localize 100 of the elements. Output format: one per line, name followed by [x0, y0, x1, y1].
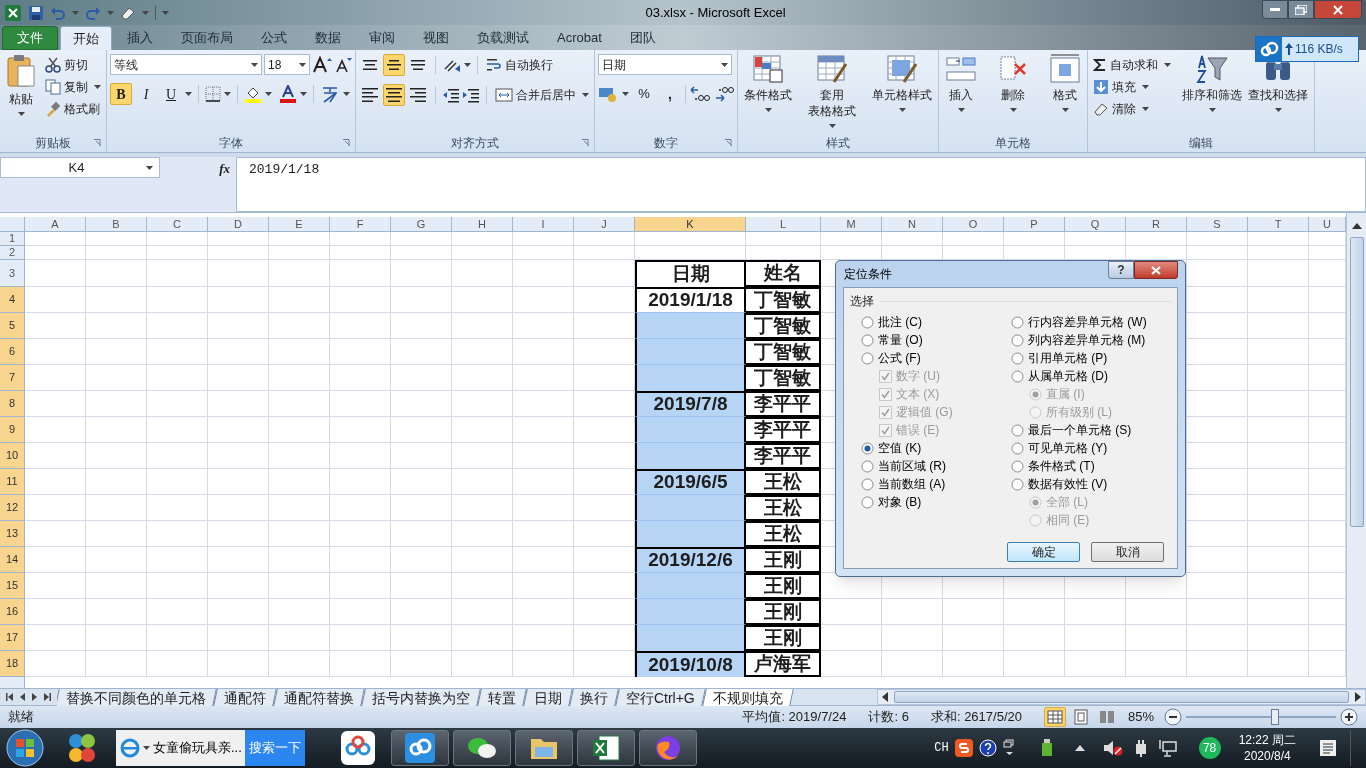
table-cell[interactable]: 李平平 — [746, 417, 821, 443]
text-orientation-icon[interactable] — [442, 57, 462, 73]
table-cell[interactable] — [635, 443, 746, 469]
shrink-font-icon[interactable] — [334, 55, 352, 74]
table-cell[interactable] — [635, 599, 746, 625]
column-header[interactable]: O — [943, 217, 1004, 232]
insert-button[interactable]: 插入 — [942, 54, 980, 134]
grid-cell[interactable] — [452, 573, 513, 599]
grid-cell[interactable] — [208, 417, 269, 443]
grid-cell[interactable] — [147, 599, 208, 625]
excel-logo-icon[interactable] — [4, 3, 22, 22]
upload-speed-toast[interactable]: 116 KB/s — [1255, 36, 1359, 62]
merge-center-button[interactable]: 合并后居中 — [493, 84, 591, 106]
grid-cell[interactable] — [391, 287, 452, 313]
grid-cell[interactable] — [513, 495, 574, 521]
radio-button[interactable] — [1011, 423, 1024, 437]
grid-cell[interactable] — [1187, 573, 1248, 599]
grid-cell[interactable] — [452, 625, 513, 651]
grid-cell[interactable] — [330, 521, 391, 547]
grid-cell[interactable] — [821, 651, 882, 677]
grid-cell[interactable] — [208, 469, 269, 495]
muted-speaker-icon[interactable] — [1102, 739, 1123, 757]
grid-cell[interactable] — [452, 260, 513, 287]
folder-taskbar-button[interactable] — [514, 730, 573, 766]
grid-cell[interactable] — [269, 391, 330, 417]
grid-cell[interactable] — [147, 339, 208, 365]
scroll-right-icon[interactable] — [1355, 692, 1361, 702]
table-cell[interactable]: 李平平 — [746, 443, 821, 469]
grid-cell[interactable] — [269, 469, 330, 495]
fill-color-icon[interactable] — [244, 85, 262, 103]
grid-cell[interactable] — [1187, 339, 1248, 365]
grid-cell[interactable] — [208, 495, 269, 521]
grid-cell[interactable] — [208, 287, 269, 313]
table-cell[interactable]: 丁智敏 — [746, 313, 821, 339]
table-cell[interactable]: 2019/10/8 — [635, 651, 746, 677]
radio-button[interactable] — [1011, 369, 1024, 383]
fox-browser-taskbar-button[interactable] — [638, 730, 697, 766]
help-button[interactable]: ? — [1108, 261, 1134, 279]
table-cell[interactable]: 2019/6/5 — [635, 469, 746, 495]
sheet-tab[interactable]: 日期 — [523, 688, 573, 706]
table-cell[interactable]: 王刚 — [746, 599, 821, 625]
row-header[interactable]: 10 — [0, 443, 25, 469]
table-cell[interactable]: 王刚 — [746, 625, 821, 651]
table-cell[interactable]: 日期 — [635, 260, 746, 287]
grid-cell[interactable] — [330, 625, 391, 651]
grid-cell[interactable] — [513, 547, 574, 573]
close-button[interactable] — [1134, 261, 1178, 279]
format-toggle[interactable]: B — [110, 83, 132, 105]
row-header[interactable]: 11 — [0, 469, 25, 495]
grid-cell[interactable] — [1248, 246, 1309, 260]
grid-cell[interactable] — [1187, 625, 1248, 651]
row-header[interactable]: 14 — [0, 547, 25, 573]
column-header[interactable]: R — [1126, 217, 1187, 232]
dialog-launcher-icon[interactable] — [343, 139, 351, 147]
grid-cell[interactable] — [208, 313, 269, 339]
grid-cell[interactable] — [1248, 599, 1309, 625]
grid-cell[interactable] — [330, 232, 391, 246]
scrollbar-thumb[interactable] — [894, 691, 1349, 703]
autosum-button[interactable]: 自动求和 — [1091, 54, 1173, 76]
ribbon-tab[interactable]: 文件 — [2, 26, 58, 50]
help-icon[interactable] — [978, 739, 997, 757]
grid-cell[interactable] — [208, 651, 269, 677]
sheet-tab[interactable]: 替换不同颜色的单元格 — [57, 688, 217, 706]
last-sheet-icon[interactable] — [44, 693, 51, 701]
ribbon-tab[interactable]: 插入 — [114, 26, 166, 50]
grid-cell[interactable] — [391, 599, 452, 625]
grid-cell[interactable] — [147, 417, 208, 443]
network-icon[interactable] — [1158, 739, 1177, 757]
grid-cell[interactable] — [86, 443, 147, 469]
spreadsheet-taskbar-button[interactable] — [576, 730, 635, 766]
input-s-icon[interactable] — [954, 739, 973, 757]
grid-cell[interactable] — [1187, 246, 1248, 260]
delete-button[interactable]: 删除 — [994, 54, 1032, 134]
grid-cell[interactable] — [1187, 391, 1248, 417]
grid-cell[interactable] — [269, 232, 330, 246]
grid-cell[interactable] — [1004, 625, 1065, 651]
format-toggle[interactable]: I — [135, 83, 157, 105]
clear-button[interactable]: 清除 — [1091, 98, 1173, 120]
grid-cell[interactable] — [1187, 599, 1248, 625]
radio-button[interactable] — [1011, 477, 1024, 491]
action-center-icon[interactable] — [1318, 738, 1338, 758]
chat-taskbar-button[interactable] — [452, 730, 511, 766]
grid-cell[interactable] — [86, 521, 147, 547]
table-cell[interactable]: 姓名 — [746, 260, 821, 287]
windows-switch-icon[interactable] — [1002, 739, 1017, 757]
usb-icon[interactable] — [1040, 739, 1053, 757]
table-cell[interactable] — [635, 573, 746, 599]
grid-cell[interactable] — [86, 625, 147, 651]
cut-button[interactable]: 剪切 — [43, 54, 103, 76]
row-header[interactable] — [0, 677, 25, 688]
grid-cell[interactable] — [147, 232, 208, 246]
ribbon-tab[interactable]: 团队 — [616, 26, 669, 50]
dialog-button[interactable]: 确定 — [1007, 542, 1080, 562]
previous-sheet-icon[interactable] — [20, 693, 25, 701]
table-cell[interactable]: 丁智敏 — [746, 339, 821, 365]
grid-cell[interactable] — [452, 287, 513, 313]
grid-cell[interactable] — [452, 521, 513, 547]
sheet-tab[interactable]: 括号内替换为空 — [361, 688, 481, 706]
grid-cell[interactable] — [574, 246, 635, 260]
close-button[interactable] — [1314, 0, 1362, 19]
